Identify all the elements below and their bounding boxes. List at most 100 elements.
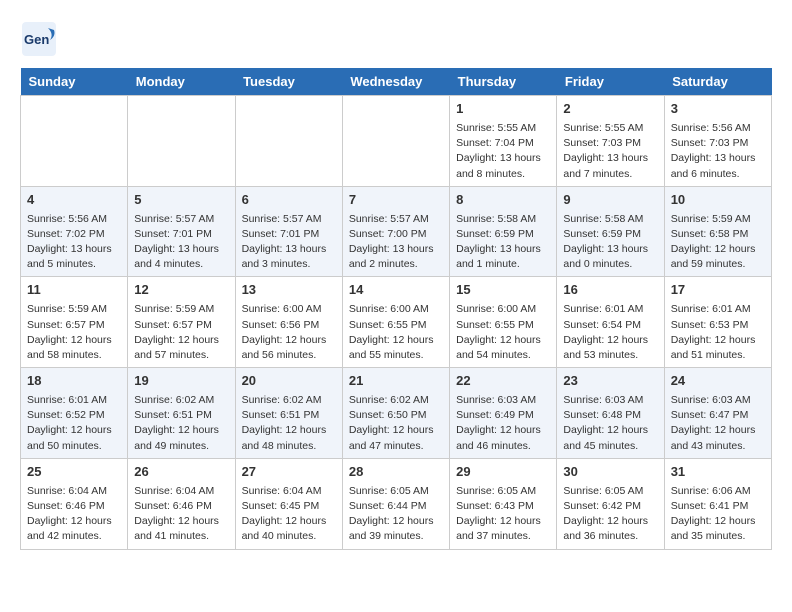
- day-info: and 53 minutes.: [563, 348, 657, 363]
- calendar-cell: [128, 96, 235, 187]
- day-info: Sunset: 6:50 PM: [349, 408, 443, 423]
- col-header-wednesday: Wednesday: [342, 68, 449, 96]
- day-number: 2: [563, 100, 657, 119]
- svg-text:Gen: Gen: [24, 32, 49, 47]
- day-info: and 57 minutes.: [134, 348, 228, 363]
- day-number: 18: [27, 372, 121, 391]
- calendar-cell: 26Sunrise: 6:04 AMSunset: 6:46 PMDayligh…: [128, 458, 235, 549]
- day-info: and 42 minutes.: [27, 529, 121, 544]
- day-info: and 54 minutes.: [456, 348, 550, 363]
- day-info: and 0 minutes.: [563, 257, 657, 272]
- logo-icon: Gen: [20, 20, 58, 58]
- calendar-cell: 4Sunrise: 5:56 AMSunset: 7:02 PMDaylight…: [21, 186, 128, 277]
- calendar-week-1: 1Sunrise: 5:55 AMSunset: 7:04 PMDaylight…: [21, 96, 772, 187]
- col-header-monday: Monday: [128, 68, 235, 96]
- day-info: Daylight: 12 hours: [456, 514, 550, 529]
- day-number: 15: [456, 281, 550, 300]
- day-info: Daylight: 12 hours: [134, 514, 228, 529]
- calendar-cell: [21, 96, 128, 187]
- day-number: 4: [27, 191, 121, 210]
- day-number: 24: [671, 372, 765, 391]
- day-number: 9: [563, 191, 657, 210]
- day-info: and 40 minutes.: [242, 529, 336, 544]
- day-info: Sunset: 6:55 PM: [456, 318, 550, 333]
- day-info: Sunrise: 6:02 AM: [134, 393, 228, 408]
- day-info: Daylight: 13 hours: [456, 242, 550, 257]
- day-number: 17: [671, 281, 765, 300]
- day-info: Sunrise: 6:06 AM: [671, 484, 765, 499]
- calendar-cell: 17Sunrise: 6:01 AMSunset: 6:53 PMDayligh…: [664, 277, 771, 368]
- day-info: Daylight: 13 hours: [134, 242, 228, 257]
- day-info: Sunset: 6:43 PM: [456, 499, 550, 514]
- day-info: Sunset: 7:03 PM: [563, 136, 657, 151]
- logo: Gen: [20, 20, 58, 58]
- day-info: Sunrise: 6:04 AM: [134, 484, 228, 499]
- day-info: Sunset: 6:56 PM: [242, 318, 336, 333]
- day-info: and 2 minutes.: [349, 257, 443, 272]
- day-number: 7: [349, 191, 443, 210]
- day-info: Sunrise: 5:58 AM: [563, 212, 657, 227]
- day-number: 1: [456, 100, 550, 119]
- calendar-cell: [342, 96, 449, 187]
- day-info: Sunset: 6:49 PM: [456, 408, 550, 423]
- day-info: Sunset: 7:01 PM: [134, 227, 228, 242]
- day-info: Sunrise: 5:57 AM: [134, 212, 228, 227]
- day-info: Daylight: 13 hours: [563, 242, 657, 257]
- day-info: Daylight: 13 hours: [563, 151, 657, 166]
- day-info: Daylight: 12 hours: [349, 514, 443, 529]
- day-info: and 4 minutes.: [134, 257, 228, 272]
- day-info: Sunrise: 6:01 AM: [27, 393, 121, 408]
- day-info: Daylight: 12 hours: [563, 423, 657, 438]
- day-info: and 47 minutes.: [349, 439, 443, 454]
- day-info: Sunrise: 6:05 AM: [456, 484, 550, 499]
- day-info: and 35 minutes.: [671, 529, 765, 544]
- calendar-cell: 21Sunrise: 6:02 AMSunset: 6:50 PMDayligh…: [342, 368, 449, 459]
- day-info: and 36 minutes.: [563, 529, 657, 544]
- col-header-thursday: Thursday: [450, 68, 557, 96]
- calendar-cell: 20Sunrise: 6:02 AMSunset: 6:51 PMDayligh…: [235, 368, 342, 459]
- calendar-cell: 9Sunrise: 5:58 AMSunset: 6:59 PMDaylight…: [557, 186, 664, 277]
- day-info: Daylight: 12 hours: [134, 423, 228, 438]
- day-info: Sunrise: 6:02 AM: [242, 393, 336, 408]
- day-info: Sunset: 7:01 PM: [242, 227, 336, 242]
- day-info: Sunset: 6:54 PM: [563, 318, 657, 333]
- day-info: Sunset: 6:51 PM: [134, 408, 228, 423]
- calendar-cell: 7Sunrise: 5:57 AMSunset: 7:00 PMDaylight…: [342, 186, 449, 277]
- day-info: Sunrise: 5:59 AM: [27, 302, 121, 317]
- calendar-cell: 1Sunrise: 5:55 AMSunset: 7:04 PMDaylight…: [450, 96, 557, 187]
- calendar-week-5: 25Sunrise: 6:04 AMSunset: 6:46 PMDayligh…: [21, 458, 772, 549]
- day-info: Sunset: 6:44 PM: [349, 499, 443, 514]
- day-info: Sunrise: 6:03 AM: [563, 393, 657, 408]
- day-info: and 43 minutes.: [671, 439, 765, 454]
- day-info: and 46 minutes.: [456, 439, 550, 454]
- day-info: Daylight: 13 hours: [671, 151, 765, 166]
- day-number: 16: [563, 281, 657, 300]
- calendar-cell: 2Sunrise: 5:55 AMSunset: 7:03 PMDaylight…: [557, 96, 664, 187]
- day-info: and 8 minutes.: [456, 167, 550, 182]
- day-info: Sunrise: 6:03 AM: [671, 393, 765, 408]
- day-info: and 1 minute.: [456, 257, 550, 272]
- day-info: Sunrise: 5:56 AM: [671, 121, 765, 136]
- day-info: Sunset: 6:48 PM: [563, 408, 657, 423]
- day-info: Daylight: 12 hours: [671, 423, 765, 438]
- day-info: Daylight: 12 hours: [242, 333, 336, 348]
- day-info: and 41 minutes.: [134, 529, 228, 544]
- day-number: 13: [242, 281, 336, 300]
- calendar-cell: 12Sunrise: 5:59 AMSunset: 6:57 PMDayligh…: [128, 277, 235, 368]
- calendar-week-2: 4Sunrise: 5:56 AMSunset: 7:02 PMDaylight…: [21, 186, 772, 277]
- day-number: 10: [671, 191, 765, 210]
- calendar-cell: 5Sunrise: 5:57 AMSunset: 7:01 PMDaylight…: [128, 186, 235, 277]
- day-info: and 7 minutes.: [563, 167, 657, 182]
- day-info: Sunrise: 6:01 AM: [563, 302, 657, 317]
- col-header-friday: Friday: [557, 68, 664, 96]
- day-info: Sunset: 7:03 PM: [671, 136, 765, 151]
- day-number: 8: [456, 191, 550, 210]
- day-info: Daylight: 12 hours: [671, 333, 765, 348]
- day-number: 21: [349, 372, 443, 391]
- day-info: Daylight: 12 hours: [671, 242, 765, 257]
- day-info: Sunrise: 6:00 AM: [456, 302, 550, 317]
- calendar-cell: 10Sunrise: 5:59 AMSunset: 6:58 PMDayligh…: [664, 186, 771, 277]
- day-info: Sunrise: 6:00 AM: [349, 302, 443, 317]
- day-info: Sunset: 7:04 PM: [456, 136, 550, 151]
- day-info: and 55 minutes.: [349, 348, 443, 363]
